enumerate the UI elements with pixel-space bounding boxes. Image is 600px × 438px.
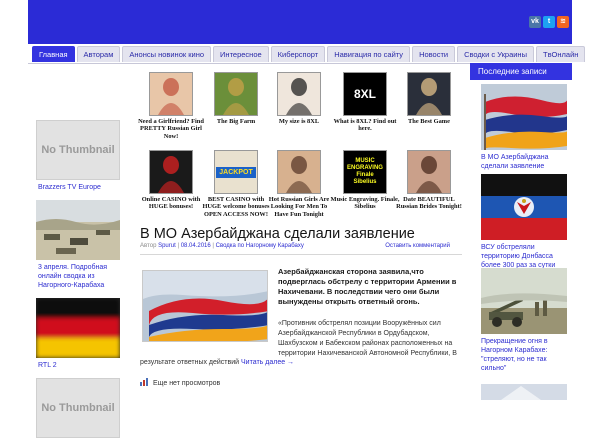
ad-image[interactable]: 8XL [343,72,387,116]
ad-item[interactable]: JACKPOT BEST CASINO with HUGE welcome bon… [201,150,271,218]
vk-icon[interactable]: vk [529,16,541,28]
ad-caption[interactable]: Need a Girlfriend? Find PRETTY Russian G… [136,118,206,140]
post-body-text: результате ответных действий [140,359,240,366]
dnr-flag-image[interactable] [481,174,567,240]
left-post-link[interactable]: RTL 2 [38,361,124,370]
views-count: Еще нет просмотров [153,379,221,387]
main-navigation: Главная Авторам Анонсы новинок кино Интерес… [28,44,586,64]
ad-caption[interactable]: Online CASINO with HUGE bonuses! [136,196,206,211]
ad-image[interactable] [277,72,321,116]
artillery-image[interactable] [481,268,567,334]
ad-image-text: MUSIC ENGRAVING Finale Sibelius [347,158,383,185]
recent-post-image[interactable] [481,384,567,400]
ad-caption[interactable]: Hot Russian Girls Are Looking For Men To… [264,196,334,218]
post-lead: Азербайджанская сторона заявила,что подв… [278,267,457,306]
rss-icon[interactable]: ≋ [557,16,569,28]
left-sidebar: No Thumbnail Brazzers TV Europe 3 апреля… [36,120,124,438]
nav-tab[interactable]: Интересное [213,46,269,62]
ad-image-text: 8XL [353,86,376,101]
ad-image[interactable] [277,150,321,194]
nav-tab[interactable]: Авторам [76,46,121,62]
leave-comment-link[interactable]: Оставить комментарий [385,243,450,249]
karabakh-tanks-image[interactable] [36,200,120,260]
ad-caption[interactable]: The Big Farm [201,118,271,125]
post-meta: Автор Spurut | 08.04.2016 | Сводка по На… [140,243,462,255]
ad-image[interactable] [149,150,193,194]
armenian-flag-image[interactable] [142,270,268,342]
post-category-link[interactable]: Сводка по Нагорному Карабаху [216,243,304,249]
nav-tab[interactable]: Новости [412,46,456,62]
ad-image[interactable] [214,72,258,116]
no-thumbnail-image[interactable]: No Thumbnail [36,378,120,438]
nav-tab[interactable]: Навигация по сайту [327,46,411,62]
ad-photo-placeholder [286,78,312,115]
ad-item[interactable]: Date BEAUTIFUL Russian Brides Tonight! [394,150,464,211]
left-post-link[interactable]: 3 апреля. Подробная онлайн сводка из Наг… [38,263,124,290]
ad-item[interactable]: Online CASINO with HUGE bonuses! [136,150,206,211]
ad-image[interactable]: JACKPOT [214,150,258,194]
german-flag-image[interactable] [36,298,120,358]
recent-post[interactable] [481,384,567,400]
post-date-link[interactable]: 08.04.2016 [181,243,211,249]
ad-image[interactable]: MUSIC ENGRAVING Finale Sibelius [343,150,387,194]
ad-item[interactable]: Hot Russian Girls Are Looking For Men To… [264,150,334,218]
recent-post-link[interactable]: ВСУ обстреляли территорию Донбасса более… [481,243,567,270]
ad-item[interactable]: The Big Farm [201,72,271,125]
post-quote: «Противник обстрелял позиции Вооружённых… [278,320,457,357]
site-header: vk t ≋ [28,0,572,44]
chart-icon [140,378,149,388]
no-thumbnail-image[interactable]: No Thumbnail [36,120,120,180]
ad-caption[interactable]: Music Engraving. Finale, Sibelius [330,196,400,211]
post-body: результате ответных действий Читать дале… [140,359,294,366]
recent-post-link[interactable]: В МО Азербайджана сделали заявление [481,153,567,171]
post-title[interactable]: В МО Азербайджана сделали заявление [140,226,415,242]
nav-tab[interactable]: Анонсы новинок кино [122,46,212,62]
ad-item[interactable]: 8XL What is 8XL? Find out here. [330,72,400,133]
ad-image[interactable] [149,72,193,116]
ad-photo-placeholder [286,156,312,193]
recent-post-link[interactable]: Прекращение огня в Нагорном Карабахе: "с… [481,337,567,373]
ad-photo-placeholder [416,156,442,193]
ad-item[interactable]: Need a Girlfriend? Find PRETTY Russian G… [136,72,206,140]
ad-item[interactable]: MUSIC ENGRAVING Finale Sibelius Music Eng… [330,150,400,211]
twitter-icon[interactable]: t [543,16,555,28]
post-views: Еще нет просмотров [140,378,220,388]
ad-photo-placeholder [223,78,249,115]
header-description [31,2,331,10]
nav-tab[interactable]: TвOнлайн [535,46,586,62]
ad-image[interactable] [407,150,451,194]
ad-image[interactable] [407,72,451,116]
ad-caption[interactable]: My size is 8XL [264,118,334,125]
ad-caption[interactable]: What is 8XL? Find out here. [330,118,400,133]
read-more-link[interactable]: Читать далее → [241,359,294,366]
armenian-flag-image[interactable] [481,84,567,150]
post-author-link[interactable]: Spurut [158,243,176,249]
ad-item[interactable]: The Best Game [394,72,464,125]
meta-prefix: Автор [140,243,157,249]
ad-photo-placeholder [416,78,442,115]
nav-tab[interactable]: Киберспорт [270,46,326,62]
recent-post[interactable]: Прекращение огня в Нагорном Карабахе: "с… [481,268,567,373]
nav-tab[interactable]: Сводки с Украины [457,46,534,62]
recent-post[interactable]: ВСУ обстреляли территорию Донбасса более… [481,174,567,270]
ad-caption[interactable]: Date BEAUTIFUL Russian Brides Tonight! [394,196,464,211]
ad-photo-placeholder [158,156,184,193]
nav-tab[interactable]: Главная [32,46,75,62]
ad-image-text: JACKPOT [216,166,256,178]
ad-caption[interactable]: The Best Game [394,118,464,125]
recent-post[interactable]: В МО Азербайджана сделали заявление [481,84,567,171]
left-post-link[interactable]: Brazzers TV Europe [38,183,124,192]
ad-photo-placeholder [158,78,184,115]
recent-posts-heading: Последние записи [470,63,572,80]
ad-caption[interactable]: BEST CASINO with HUGE welcome bonuses OP… [201,196,271,218]
ad-item[interactable]: My size is 8XL [264,72,334,125]
